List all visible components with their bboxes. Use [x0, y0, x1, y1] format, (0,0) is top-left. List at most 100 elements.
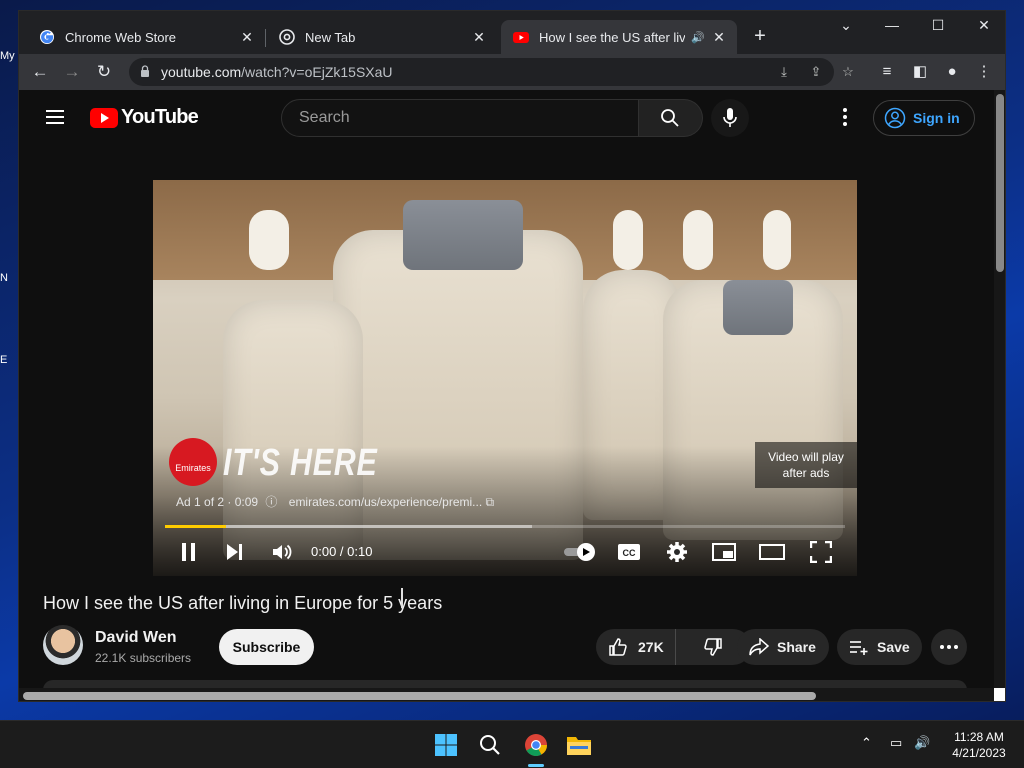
cabin-window: [683, 210, 713, 270]
search-button[interactable]: [639, 99, 703, 137]
advertiser-logo[interactable]: Emirates: [169, 438, 217, 486]
new-tab-button[interactable]: +: [749, 25, 771, 47]
fullscreen-button[interactable]: [807, 538, 835, 566]
pause-button[interactable]: [175, 538, 203, 566]
install-app-icon[interactable]: ⤓: [775, 63, 793, 81]
ad-url-link[interactable]: emirates.com/us/experience/premi...: [289, 495, 482, 509]
captions-button[interactable]: CC: [615, 538, 643, 566]
thumbs-down-icon: [704, 638, 722, 656]
desktop-icon-label[interactable]: My: [0, 50, 20, 62]
video-player[interactable]: Emirates IT'S HERE Ad 1 of 2 · 0:09 ⓘ em…: [153, 180, 857, 576]
like-count: 27K: [638, 639, 664, 655]
tab-youtube-video[interactable]: How I see the US after living 🔊 ✕: [501, 20, 737, 54]
tab-search-icon[interactable]: ⌄: [831, 17, 861, 34]
more-actions-button[interactable]: [931, 629, 967, 665]
cabin-window: [249, 210, 289, 270]
chrome-window: Chrome Web Store ✕ New Tab ✕ How I see t…: [18, 10, 1006, 702]
settings-button[interactable]: [663, 538, 691, 566]
tab-title: New Tab: [305, 29, 356, 45]
share-arrow-icon: [749, 638, 769, 656]
close-tab-icon[interactable]: ✕: [239, 29, 255, 46]
share-page-icon[interactable]: ⇪: [807, 63, 825, 81]
scroll-thumb[interactable]: [996, 94, 1004, 272]
desktop-icon-label[interactable]: E: [0, 354, 20, 366]
external-link-icon: ⧉: [485, 495, 495, 509]
info-icon[interactable]: ⓘ: [265, 495, 277, 509]
autoplay-toggle[interactable]: [563, 538, 597, 566]
taskbar-file-explorer-button[interactable]: [563, 729, 595, 761]
reload-icon[interactable]: ↻: [93, 61, 115, 83]
lock-icon: [141, 65, 149, 77]
settings-more-icon[interactable]: [839, 108, 851, 128]
chrome-menu-icon[interactable]: ⋮: [973, 61, 995, 83]
scroll-corner: [994, 688, 1005, 701]
taskbar-search-button[interactable]: [474, 729, 506, 761]
network-icon[interactable]: ▭: [890, 735, 902, 751]
youtube-logo[interactable]: YouTube: [90, 106, 199, 129]
progress-bar[interactable]: [165, 525, 845, 528]
close-window-button[interactable]: ✕: [969, 17, 999, 34]
subscriber-count: 22.1K subscribers: [95, 651, 192, 665]
url-path: /watch?v=oEjZk15SXaU: [241, 64, 393, 80]
minimize-button[interactable]: —: [877, 17, 907, 33]
miniplayer-button[interactable]: [710, 538, 738, 566]
side-panel-icon[interactable]: ◧: [909, 61, 931, 83]
theater-mode-icon: [759, 544, 785, 560]
like-dislike-group: 27K: [596, 629, 751, 665]
maximize-button[interactable]: ☐: [923, 17, 953, 34]
folder-icon: [567, 737, 591, 755]
start-button[interactable]: [430, 729, 462, 761]
save-button[interactable]: Save: [837, 629, 922, 665]
volume-icon[interactable]: 🔊: [914, 735, 930, 751]
close-tab-icon[interactable]: ✕: [471, 29, 487, 46]
voice-search-button[interactable]: [711, 99, 749, 137]
autoplay-icon: [564, 543, 595, 561]
url-host: youtube.com: [161, 64, 242, 80]
headrest: [403, 200, 523, 270]
scroll-thumb[interactable]: [23, 692, 816, 700]
volume-button[interactable]: [268, 538, 296, 566]
profile-icon[interactable]: ●: [941, 61, 963, 83]
system-clock[interactable]: 11:28 AM 4/21/2023: [938, 729, 1020, 761]
tab-strip: Chrome Web Store ✕ New Tab ✕ How I see t…: [19, 11, 1005, 54]
active-app-indicator: [528, 764, 544, 767]
taskbar-chrome-button[interactable]: [520, 729, 552, 761]
countdown-line: after ads: [782, 466, 830, 480]
hamburger-menu-icon[interactable]: [46, 110, 64, 124]
bookmark-star-icon[interactable]: ☆: [839, 63, 857, 81]
share-button[interactable]: Share: [737, 629, 829, 665]
youtube-wordmark: YouTube: [121, 106, 199, 128]
theater-mode-button[interactable]: [758, 538, 786, 566]
time-display: 0:00 / 0:10: [311, 544, 373, 559]
url-text: youtube.com/watch?v=oEjZk15SXaU: [161, 64, 393, 80]
miniplayer-icon: [712, 543, 736, 561]
search-box: [281, 99, 639, 137]
like-button[interactable]: 27K: [596, 629, 676, 665]
ad-slogan: IT'S HERE: [223, 442, 378, 484]
desktop-icons: My N E: [0, 50, 20, 436]
channel-avatar[interactable]: [43, 625, 83, 665]
next-button[interactable]: [221, 538, 249, 566]
subscribe-button[interactable]: Subscribe: [219, 629, 314, 665]
cabin-window: [763, 210, 791, 270]
media-queue-icon[interactable]: ≡: [876, 61, 898, 83]
horizontal-scrollbar[interactable]: [19, 688, 994, 701]
vertical-scrollbar[interactable]: [994, 90, 1005, 688]
search-input[interactable]: [297, 108, 621, 128]
show-hidden-icons[interactable]: ⌃: [861, 735, 872, 751]
close-tab-icon[interactable]: ✕: [711, 29, 727, 46]
sign-in-button[interactable]: Sign in: [873, 100, 975, 136]
search-icon: [661, 109, 679, 127]
search-icon: [480, 735, 500, 755]
desktop-icon-label[interactable]: N: [0, 272, 20, 284]
save-label: Save: [877, 639, 910, 655]
tab-new-tab[interactable]: New Tab ✕: [267, 20, 497, 54]
youtube-play-icon: [90, 107, 118, 128]
back-icon[interactable]: ←: [29, 61, 51, 83]
tab-chrome-web-store[interactable]: Chrome Web Store ✕: [27, 20, 265, 54]
address-bar[interactable]: youtube.com/watch?v=oEjZk15SXaU ⤓ ⇪ ☆: [129, 58, 854, 86]
page-viewport: YouTube Search Sign in Emirates IT'S HER…: [19, 90, 993, 692]
channel-name[interactable]: David Wen: [95, 629, 177, 647]
speaker-icon[interactable]: 🔊: [691, 31, 705, 44]
forward-icon[interactable]: →: [61, 61, 83, 83]
